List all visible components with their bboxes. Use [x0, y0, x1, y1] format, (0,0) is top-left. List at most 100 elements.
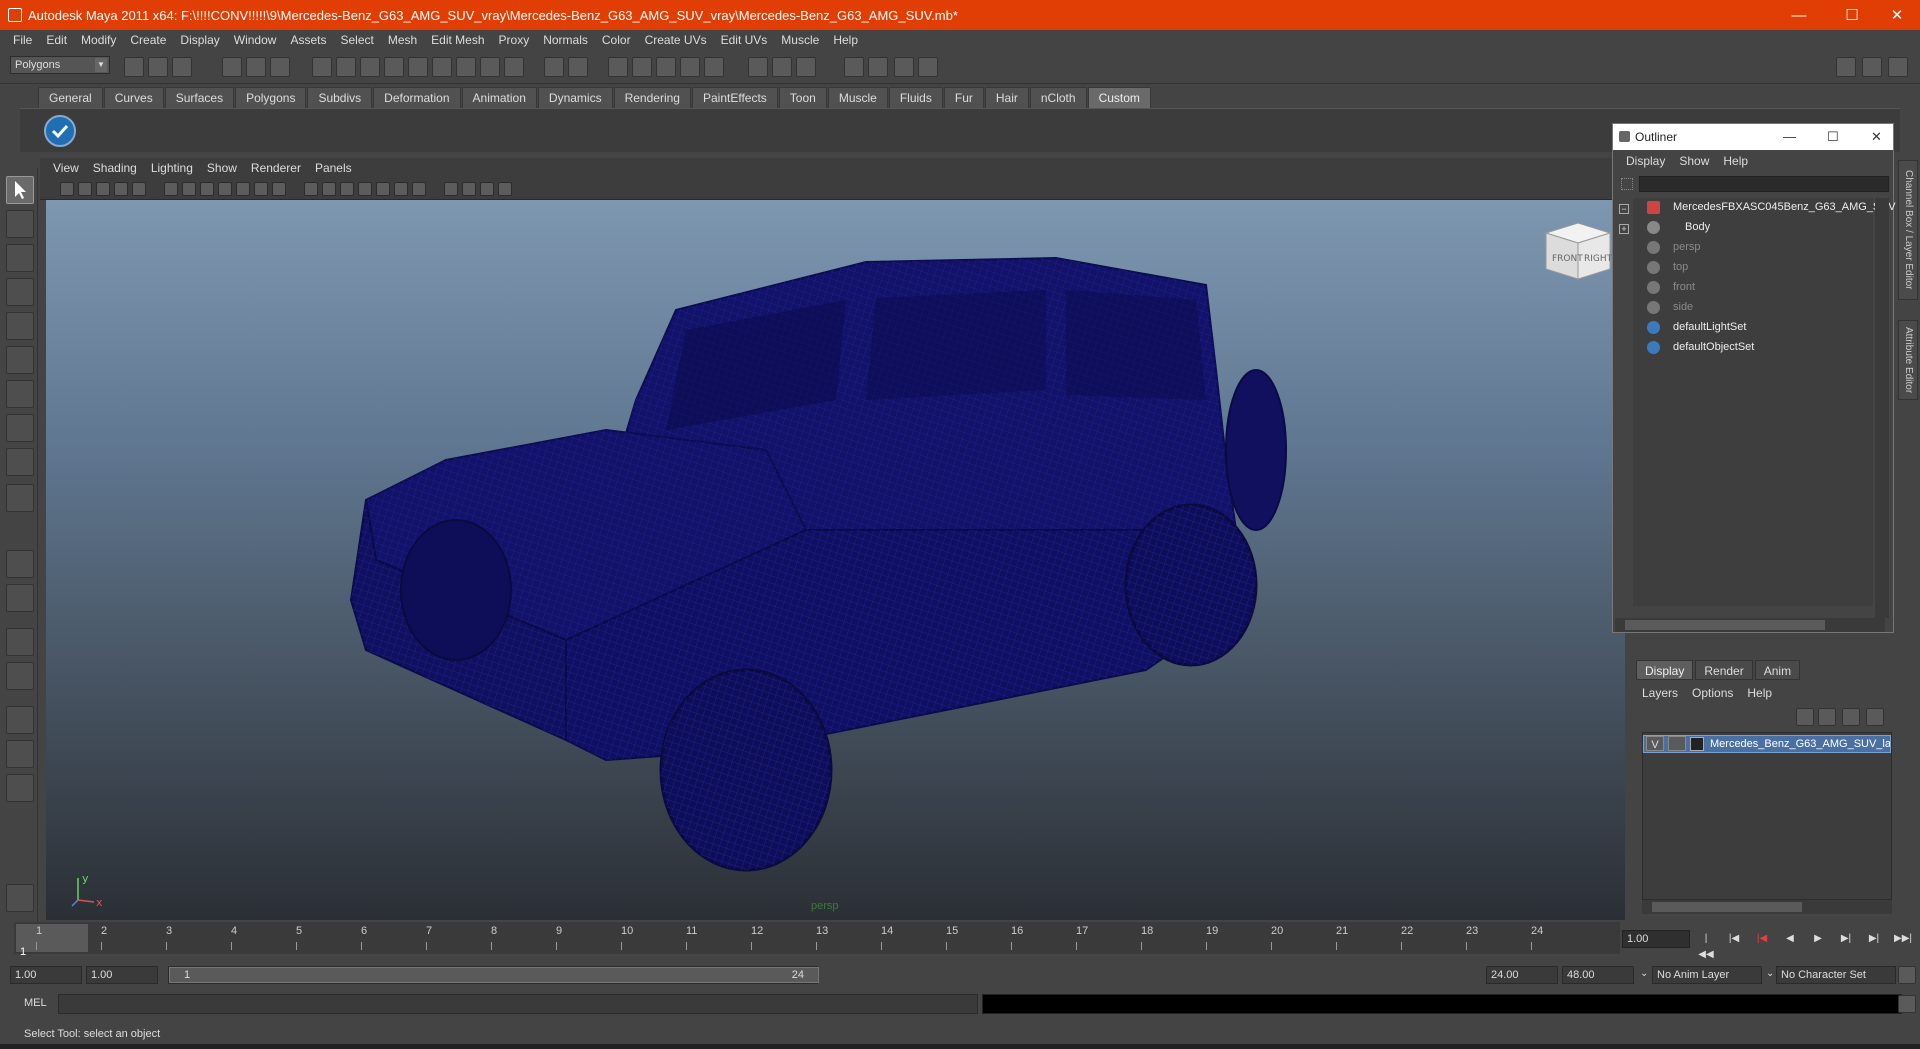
viewport-menu-renderer[interactable]: Renderer: [244, 161, 308, 175]
move-tool-icon[interactable]: [6, 278, 34, 306]
range-slider[interactable]: 1 24: [168, 966, 819, 984]
sidebar-toggle-icon[interactable]: [844, 57, 864, 77]
menu-color[interactable]: Color: [595, 33, 638, 47]
layer-menu-layers[interactable]: Layers: [1642, 686, 1678, 704]
command-input[interactable]: [58, 994, 978, 1014]
shelf-tab-fluids[interactable]: Fluids: [888, 87, 943, 108]
menu-assets[interactable]: Assets: [283, 33, 333, 47]
layer-menu-help[interactable]: Help: [1747, 686, 1772, 704]
lasso-tool-icon[interactable]: [6, 210, 34, 238]
layer-color-swatch[interactable]: [1690, 737, 1704, 751]
four-pane-layout-icon[interactable]: [6, 584, 34, 612]
quick-layout-icon[interactable]: [6, 884, 34, 912]
shelf-tab-toon[interactable]: Toon: [778, 87, 827, 108]
layer-visibility-toggle[interactable]: V: [1646, 736, 1664, 751]
paint-select-tool-icon[interactable]: [6, 244, 34, 272]
character-set-chevron-down-icon[interactable]: ⌄: [1766, 968, 1774, 979]
layout-dropdown-icon[interactable]: [6, 774, 34, 802]
select-by-hierarchy-icon[interactable]: [222, 57, 242, 77]
bookmarks-icon[interactable]: [96, 182, 110, 196]
2d-pan-zoom-icon[interactable]: [132, 182, 146, 196]
outliner-menu-display[interactable]: Display: [1619, 154, 1672, 168]
snap-point-icon[interactable]: [384, 57, 404, 77]
xray-components-icon[interactable]: [480, 182, 494, 196]
shelf-tab-deformation[interactable]: Deformation: [373, 87, 461, 108]
new-layer-icon[interactable]: [1842, 708, 1860, 726]
xray-icon[interactable]: [358, 182, 372, 196]
step-back-frame-icon[interactable]: |◀: [1754, 931, 1770, 947]
step-forward-frame-icon[interactable]: ▶|: [1838, 931, 1854, 947]
range-slider-handle[interactable]: 1 24: [169, 967, 819, 983]
animation-preferences-icon[interactable]: [1898, 966, 1916, 984]
open-scene-icon[interactable]: [148, 57, 168, 77]
hypershade-icon[interactable]: [656, 57, 676, 77]
menu-normals[interactable]: Normals: [536, 33, 595, 47]
textured-icon[interactable]: [376, 182, 390, 196]
menu-window[interactable]: Window: [227, 33, 284, 47]
menu-display[interactable]: Display: [173, 33, 226, 47]
outliner-item-default-light-set[interactable]: defaultLightSet: [1633, 318, 1873, 336]
viewport-menu-view[interactable]: View: [46, 161, 86, 175]
outliner-collapse-icon[interactable]: −: [1619, 204, 1629, 214]
input-ops-icon[interactable]: [456, 57, 476, 77]
panel-layout-2-icon[interactable]: [1862, 57, 1882, 77]
menu-edit[interactable]: Edit: [39, 33, 74, 47]
film-gate-icon[interactable]: [182, 182, 196, 196]
hud-icon[interactable]: [498, 182, 512, 196]
playback-start-field[interactable]: 1.00: [86, 966, 158, 984]
safe-title-icon[interactable]: [272, 182, 286, 196]
anim-layer-chevron-down-icon[interactable]: ⌄: [1640, 968, 1648, 979]
select-by-component-icon[interactable]: [270, 57, 290, 77]
camera-attributes-icon[interactable]: [78, 182, 92, 196]
go-to-start-icon[interactable]: |◀◀: [1698, 931, 1714, 960]
layout-toggle-icon[interactable]: [772, 57, 792, 77]
make-live-icon[interactable]: [432, 57, 452, 77]
new-layer-selected-icon[interactable]: [1866, 708, 1884, 726]
snap-grid-icon[interactable]: [336, 57, 356, 77]
outliner-item-top[interactable]: top: [1633, 258, 1873, 276]
show-manipulator-icon[interactable]: [6, 448, 34, 476]
universal-manipulator-icon[interactable]: [6, 380, 34, 408]
view-cube[interactable]: FRONT RIGHT: [1538, 215, 1618, 285]
layer-display-type-toggle[interactable]: [1668, 736, 1686, 751]
xray-joints-icon[interactable]: [462, 182, 476, 196]
playback-end-field[interactable]: 24.00: [1486, 966, 1558, 984]
save-scene-icon[interactable]: [172, 57, 192, 77]
outliner-expand-icon[interactable]: +: [1619, 224, 1629, 234]
perspective-viewport[interactable]: FRONT RIGHT y x persp: [46, 200, 1625, 920]
outliner-hscroll-thumb[interactable]: [1625, 620, 1825, 630]
outliner-vertical-scrollbar[interactable]: [1875, 198, 1889, 618]
shelf-tab-subdivs[interactable]: Subdivs: [307, 87, 373, 108]
select-tool-icon[interactable]: [6, 176, 34, 204]
snap-view-plane-icon[interactable]: [408, 57, 428, 77]
shelf-tab-hair[interactable]: Hair: [984, 87, 1029, 108]
menu-set-dropdown[interactable]: Polygons ▼: [10, 56, 110, 74]
maximize-button[interactable]: ☐: [1829, 0, 1875, 30]
character-set-dropdown[interactable]: No Character Set: [1776, 966, 1896, 984]
scale-tool-icon[interactable]: [6, 346, 34, 374]
play-backward-icon[interactable]: ◀: [1782, 931, 1798, 947]
animation-end-field[interactable]: 48.00: [1562, 966, 1634, 984]
show-hide-icon[interactable]: [796, 57, 816, 77]
outliner-horizontal-scrollbar[interactable]: [1615, 618, 1885, 632]
viewport-menu-panels[interactable]: Panels: [308, 161, 359, 175]
output-ops-icon[interactable]: [480, 57, 500, 77]
outliner-maximize-button[interactable]: ☐: [1827, 124, 1839, 150]
shelf-tab-rendering[interactable]: Rendering: [613, 87, 691, 108]
minimize-button[interactable]: —: [1776, 0, 1822, 30]
render-region-icon[interactable]: [704, 57, 724, 77]
close-button[interactable]: ✕: [1874, 0, 1920, 30]
layer-menu-options[interactable]: Options: [1692, 686, 1733, 704]
outliner-menu-help[interactable]: Help: [1716, 154, 1755, 168]
move-layer-down-icon[interactable]: [1818, 708, 1836, 726]
viewport-menu-show[interactable]: Show: [200, 161, 244, 175]
tool-settings-toggle-icon[interactable]: [894, 57, 914, 77]
layer-horizontal-scrollbar[interactable]: [1642, 900, 1892, 914]
outliner-item-default-object-set[interactable]: defaultObjectSet: [1633, 338, 1873, 356]
outliner-item-mercedes-group[interactable]: MercedesFBXASC045Benz_G63_AMG_SUV: [1633, 198, 1896, 216]
step-forward-key-icon[interactable]: ▶|: [1866, 931, 1882, 947]
outliner-item-body[interactable]: Body: [1633, 218, 1873, 236]
animation-start-field[interactable]: 1.00: [10, 966, 82, 984]
outliner-menu-show[interactable]: Show: [1672, 154, 1716, 168]
channel-box-toggle-icon[interactable]: [918, 57, 938, 77]
